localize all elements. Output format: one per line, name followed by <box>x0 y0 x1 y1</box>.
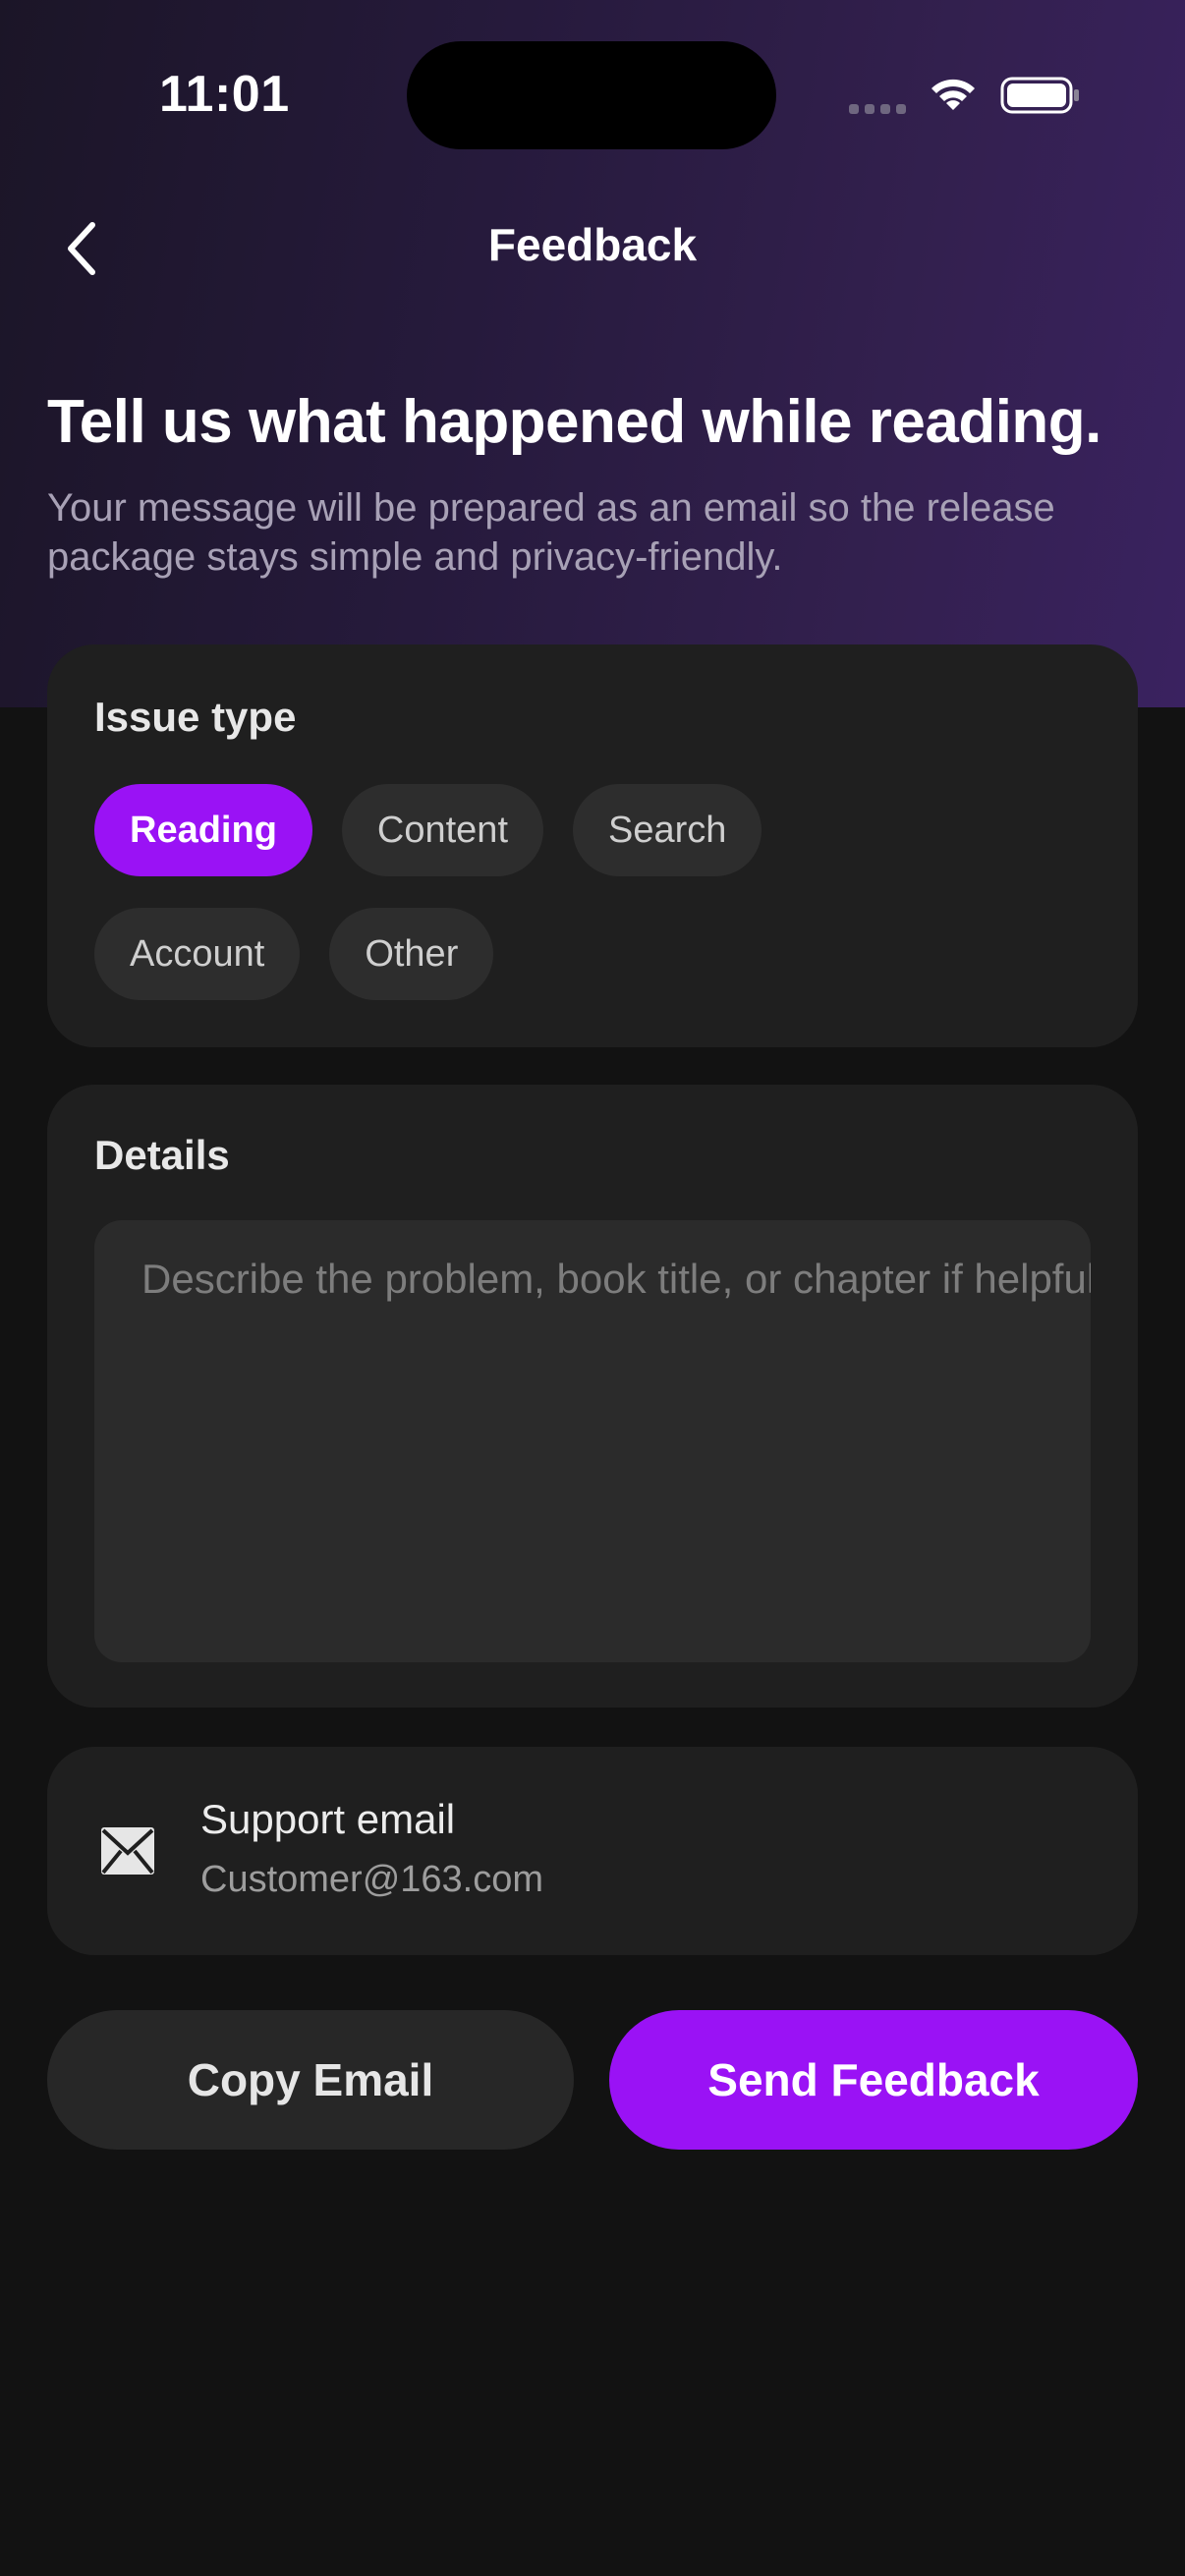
dynamic-island <box>407 41 776 149</box>
issue-type-chips: Reading Content Search Account Other <box>94 784 1077 1032</box>
page-title: Feedback <box>487 219 698 270</box>
issue-type-card: Issue type Reading Content Search Accoun… <box>47 644 1138 1047</box>
support-email-address: Customer@163.com <box>200 1859 544 1900</box>
copy-email-button[interactable]: Copy Email <box>47 2010 574 2150</box>
chip-account[interactable]: Account <box>94 908 301 1000</box>
chip-reading[interactable]: Reading <box>94 784 312 876</box>
status-time: 11:01 <box>159 66 290 123</box>
send-feedback-button[interactable]: Send Feedback <box>609 2010 1138 2150</box>
headline: Tell us what happened while reading. <box>47 388 1101 456</box>
chip-other[interactable]: Other <box>329 908 494 1000</box>
envelope-icon <box>101 1827 154 1875</box>
cellular-signal-icon <box>849 104 906 114</box>
issue-type-label: Issue type <box>94 694 297 740</box>
chip-content[interactable]: Content <box>341 784 543 876</box>
subtitle: Your message will be prepared as an emai… <box>47 486 1055 579</box>
details-textarea[interactable] <box>94 1220 1091 1662</box>
details-card: Details <box>47 1085 1138 1708</box>
support-email-card: Support email Customer@163.com <box>47 1747 1138 1955</box>
support-email-title: Support email <box>200 1796 456 1842</box>
details-label: Details <box>94 1132 230 1178</box>
battery-icon <box>1000 77 1079 114</box>
chip-search[interactable]: Search <box>573 784 762 876</box>
wifi-icon <box>931 79 975 110</box>
